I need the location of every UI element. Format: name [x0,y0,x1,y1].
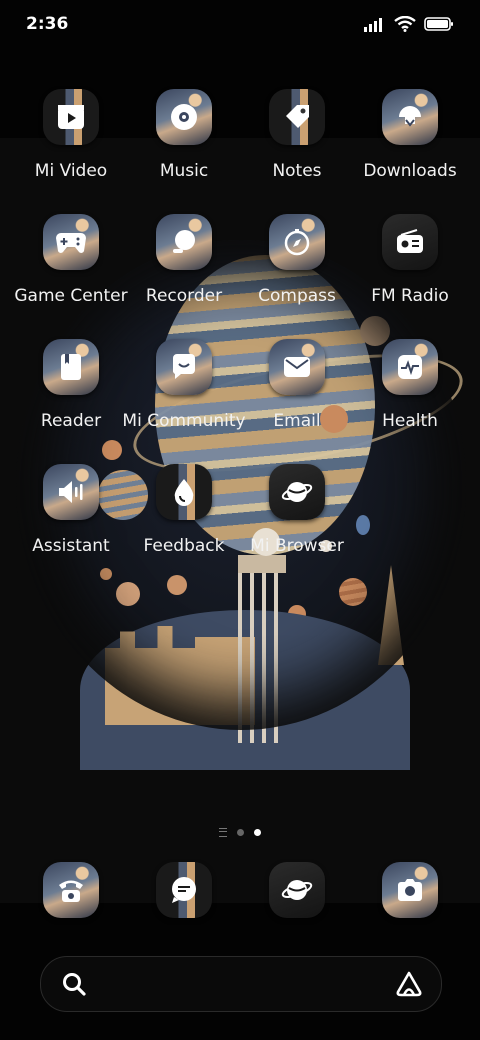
dock-icon[interactable] [156,862,212,918]
app-downloads[interactable]: Downloads [355,89,465,199]
app-icon[interactable] [269,89,325,145]
app-fm-radio[interactable]: FM Radio [355,214,465,324]
recorder-icon [156,214,212,270]
app-icon[interactable] [156,214,212,270]
app-label: Reader [40,411,102,431]
app-icon[interactable] [43,464,99,520]
gamepad-icon [43,214,99,270]
dock-icon[interactable] [382,862,438,918]
phone-icon [43,862,99,918]
page-dot-1[interactable] [237,829,244,836]
app-icon[interactable] [269,464,325,520]
app-icon[interactable] [382,214,438,270]
app-mi-video[interactable]: Mi Video [16,89,126,199]
dock-phone[interactable] [43,862,99,918]
planet-icon [269,464,325,520]
messages-icon [156,862,212,918]
dock-camera[interactable] [382,862,438,918]
tag-icon [269,89,325,145]
download-icon [382,89,438,145]
camera-icon [382,862,438,918]
assistant-icon[interactable] [395,970,423,998]
app-label: Mi Browser [250,536,344,556]
app-icon[interactable] [156,89,212,145]
music-disc-icon [156,89,212,145]
app-label: Recorder [145,286,223,306]
status-bar: 2:36 [0,0,480,50]
app-label: Downloads [363,161,457,181]
page-indicator[interactable] [0,828,480,837]
app-label: Mi Community [122,411,246,431]
search-bar[interactable] [40,956,442,1012]
app-notes[interactable]: Notes [242,89,352,199]
app-recorder[interactable]: Recorder [129,214,239,324]
app-icon[interactable] [382,89,438,145]
radio-icon [382,214,438,270]
app-label: Health [382,411,438,431]
app-label: Game Center [14,286,128,306]
speaker-icon [43,464,99,520]
app-icon[interactable] [156,339,212,395]
wifi-icon [394,16,416,32]
page-dot-2-active[interactable] [254,829,261,836]
status-time: 2:36 [26,14,69,34]
app-icon[interactable] [269,214,325,270]
app-reader[interactable]: Reader [16,339,126,449]
app-music[interactable]: Music [129,89,239,199]
app-label: Notes [272,161,322,181]
app-compass[interactable]: Compass [242,214,352,324]
app-label: Compass [258,286,336,306]
feed-page-icon[interactable] [219,828,227,837]
app-email[interactable]: Email [242,339,352,449]
app-icon[interactable] [382,339,438,395]
app-icon[interactable] [43,214,99,270]
chat-bubble-icon [156,339,212,395]
app-assistant[interactable]: Assistant [16,464,126,574]
play-icon [43,89,99,145]
app-label: Assistant [32,536,110,556]
heartbeat-icon [382,339,438,395]
app-mi-browser[interactable]: Mi Browser [242,464,352,574]
app-label: Email [273,411,321,431]
app-label: Music [159,161,209,181]
mail-icon [269,339,325,395]
app-label: Mi Video [34,161,108,181]
app-label: Feedback [143,536,225,556]
status-icons [364,16,454,32]
app-icon[interactable] [156,464,212,520]
drop-icon [156,464,212,520]
app-label: FM Radio [371,286,449,306]
dock-icon[interactable] [43,862,99,918]
app-health[interactable]: Health [355,339,465,449]
book-icon [43,339,99,395]
app-icon[interactable] [43,339,99,395]
dock-messages[interactable] [156,862,212,918]
signal-icon [364,18,382,32]
compass-icon [269,214,325,270]
app-game-center[interactable]: Game Center [14,214,128,324]
dock-browser[interactable] [269,862,325,918]
browser-icon [269,862,325,918]
app-icon[interactable] [43,89,99,145]
battery-icon [424,17,453,31]
dock-icon[interactable] [269,862,325,918]
app-feedback[interactable]: Feedback [129,464,239,574]
app-mi-community[interactable]: Mi Community [122,339,246,449]
search-icon[interactable] [61,971,87,997]
app-icon[interactable] [269,339,325,395]
